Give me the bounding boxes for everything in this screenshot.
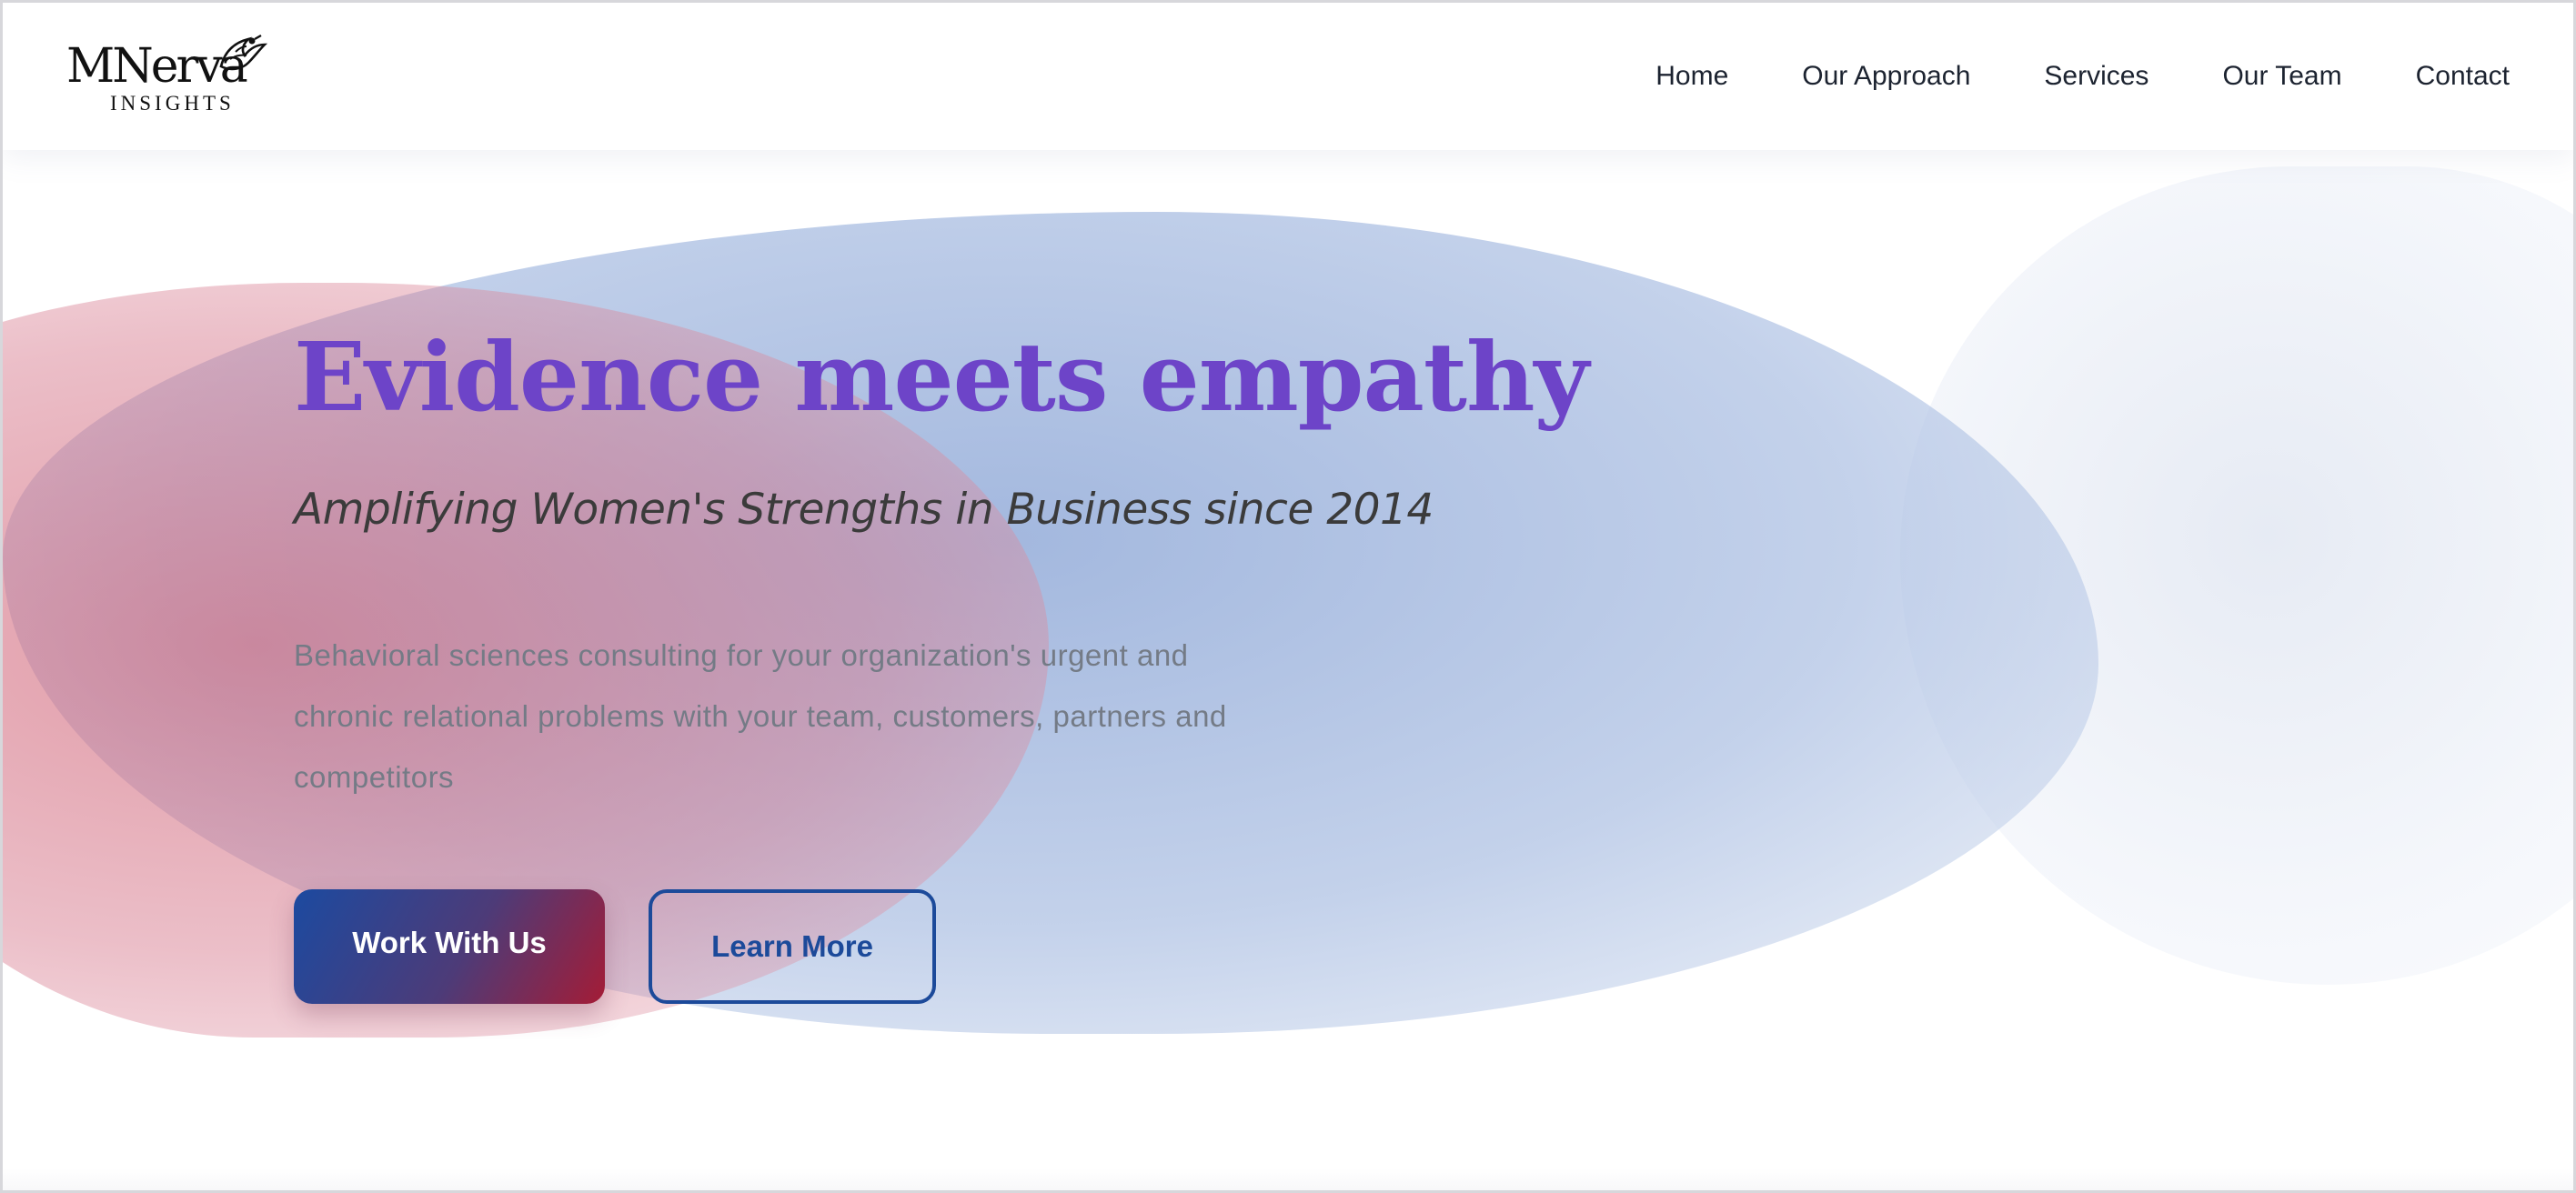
work-with-us-button[interactable]: Work With Us (294, 889, 605, 1004)
nav-our-team[interactable]: Our Team (2222, 61, 2341, 92)
main-nav: Home Our Approach Services Our Team Cont… (1655, 61, 2510, 92)
site-header: MNerva INSIGHTS Home Our Approach Servic… (3, 3, 2573, 150)
phoenix-bird-icon (219, 34, 268, 71)
nav-contact[interactable]: Contact (2416, 61, 2510, 92)
brand-logo[interactable]: MNerva INSIGHTS (66, 23, 268, 123)
browser-viewport: MNerva INSIGHTS Home Our Approach Servic… (0, 0, 2576, 1193)
nav-services[interactable]: Services (2044, 61, 2148, 92)
hero-headline: Evidence meets empathy (294, 321, 1589, 433)
learn-more-button[interactable]: Learn More (649, 889, 936, 1004)
nav-home[interactable]: Home (1655, 61, 1728, 92)
nav-our-approach[interactable]: Our Approach (1802, 61, 1970, 92)
work-with-us-label: Work With Us (352, 926, 547, 959)
hero-subheadline: Amplifying Women's Strengths in Business… (294, 485, 1434, 535)
brand-tagline: INSIGHTS (110, 92, 235, 115)
section-divider (3, 1168, 2573, 1190)
hero-description: Behavioral sciences consulting for your … (294, 638, 1227, 794)
